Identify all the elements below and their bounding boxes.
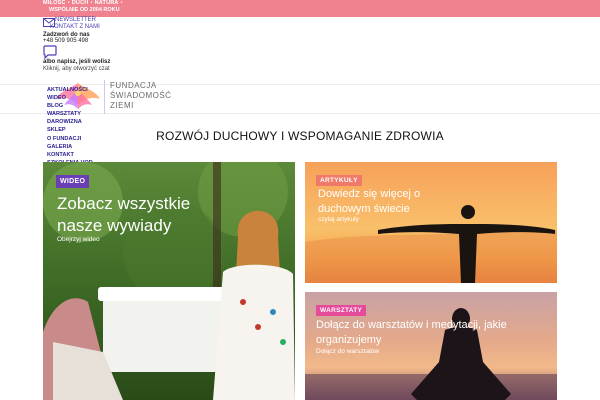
newsletter-link[interactable]: NEWSLETTER	[55, 17, 96, 23]
slogan: MIŁOŚĆ • DUCH • NATURA •	[43, 0, 125, 7]
since-text: WSPÓLNIE OD 2004 ROKU	[49, 7, 120, 13]
watch-video-link[interactable]: Obejrzyj wideo	[57, 236, 100, 243]
logo-divider	[104, 80, 105, 114]
top-bar: MIŁOŚĆ • DUCH • NATURA • WSPÓLNIE OD 2004 ROK…	[0, 0, 600, 17]
write-label: albo napisz, jeśli wolisz	[43, 59, 111, 65]
slogan-nature: NATURA	[94, 0, 119, 6]
page-heading: ROZWÓJ DUCHOWY I WSPOMAGANIE ZDROWIA	[156, 129, 444, 143]
logo-line: ZIEMI	[110, 101, 134, 110]
slogan-spirit: DUCH	[71, 0, 89, 6]
workshops-card-title[interactable]: Dołącz do warsztatów i medytacji, jakie …	[316, 318, 536, 348]
workshops-badge: WARSZTATY	[316, 305, 367, 316]
read-articles-link[interactable]: czytaj artykuły	[318, 216, 359, 223]
video-badge: WIDEO	[56, 175, 90, 188]
slogan-separator: •	[90, 0, 93, 6]
nav-item-donation[interactable]: DAROWIZNA	[47, 118, 93, 126]
video-card[interactable]: WIDEO Zobacz wszystkie nasze wywiady Obe…	[43, 162, 295, 400]
articles-badge: ARTYKUŁY	[316, 175, 362, 186]
nav-item-blog[interactable]: BLOG	[47, 102, 93, 110]
slogan-love: MIŁOŚĆ	[43, 0, 66, 6]
join-workshops-link[interactable]: Dołącz do warsztatów	[316, 348, 379, 355]
nav-item-news[interactable]: AKTUALNOŚCI	[47, 86, 93, 94]
slogan-separator: •	[67, 0, 70, 6]
video-card-title[interactable]: Zobacz wszystkie nasze wywiady	[57, 193, 227, 237]
nav-item-video[interactable]: WIDEO	[47, 94, 93, 102]
logo-line: ŚWIADOMOŚĆ	[110, 91, 172, 100]
nav-item-workshops[interactable]: WARSZTATY	[47, 110, 93, 118]
contact-us-link[interactable]: KONTAKT Z NAMI	[50, 24, 100, 30]
chat-hint[interactable]: Kliknij, aby otworzyć czat	[43, 66, 110, 72]
nav-item-contact[interactable]: KONTAKT	[47, 151, 93, 159]
articles-card[interactable]: ARTYKUŁY Dowiedz się więcej o duchowym ś…	[305, 162, 557, 283]
nav-item-gallery[interactable]: GALERIA	[47, 143, 93, 151]
articles-card-title[interactable]: Dowiedz się więcej o duchowym świecie	[318, 187, 438, 217]
workshops-card[interactable]: WARSZTATY Dołącz do warsztatów i medytac…	[305, 292, 557, 400]
phone-number[interactable]: +48 509 905 498	[43, 38, 88, 44]
chat-icon[interactable]	[43, 45, 57, 59]
main-nav: AKTUALNOŚCI WIDEO BLOG WARSZTATY DAROWIZ…	[47, 86, 93, 167]
slogan-separator: •	[120, 0, 123, 6]
logo-text[interactable]: FUNDACJA ŚWIADOMOŚĆ ZIEMI	[110, 81, 171, 111]
logo-line: FUNDACJA	[110, 81, 157, 90]
